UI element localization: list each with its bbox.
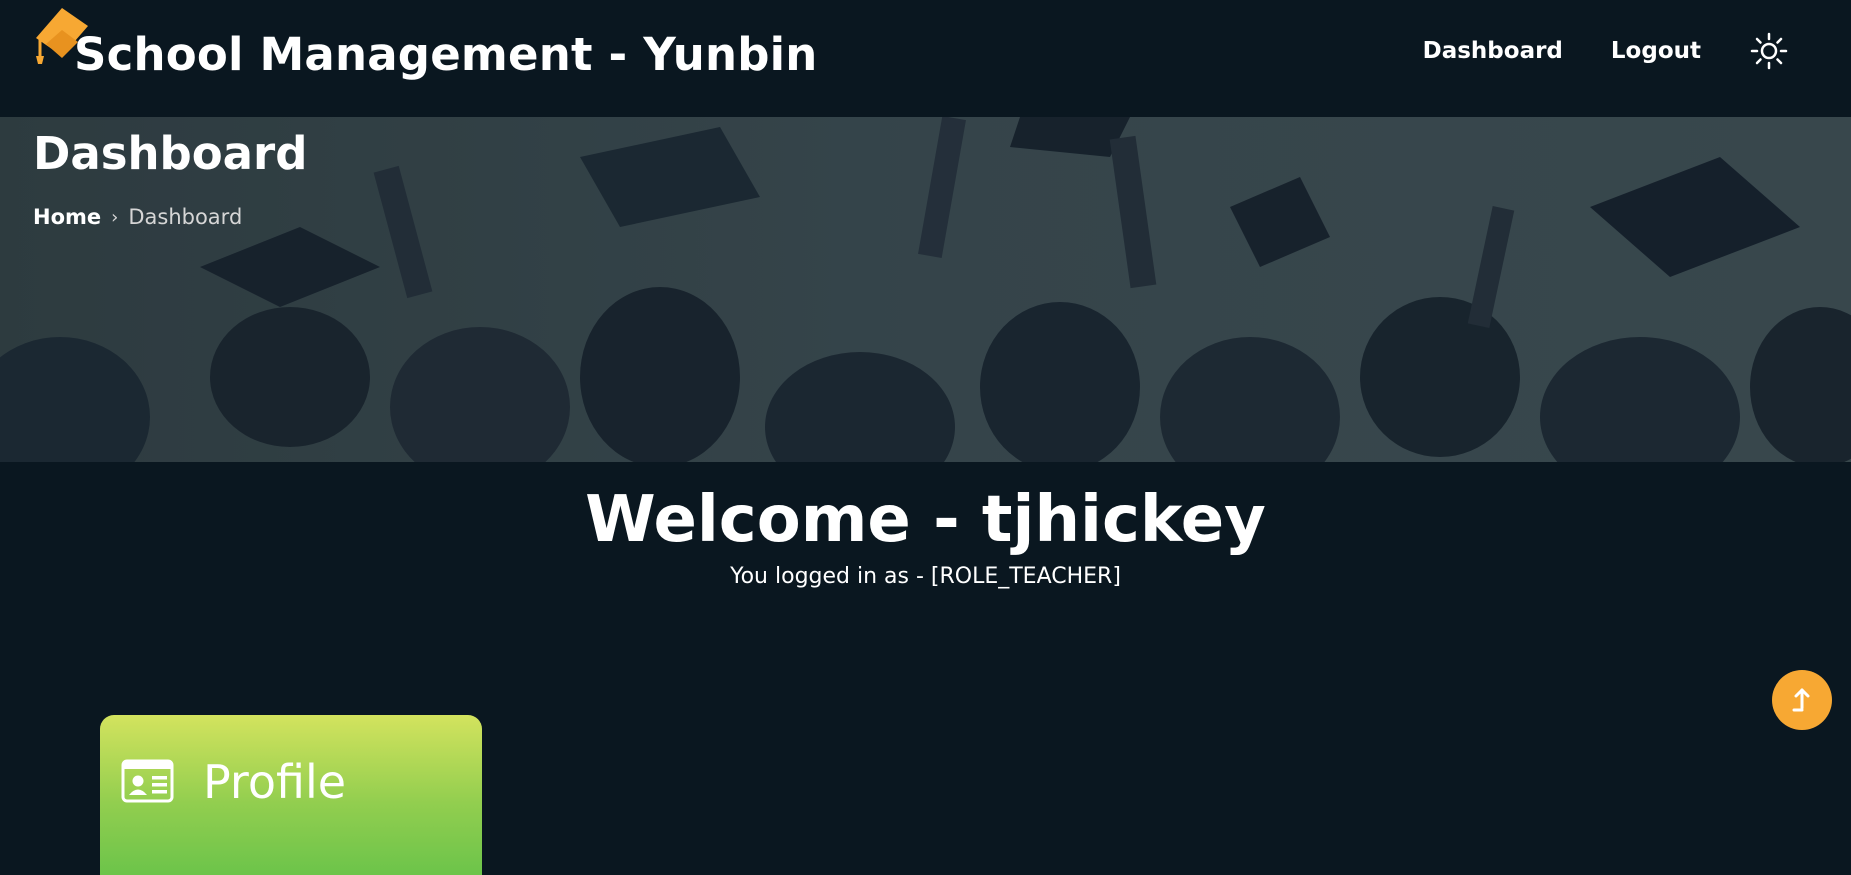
- theme-toggle-button[interactable]: [1749, 31, 1789, 71]
- breadcrumb: Home › Dashboard: [33, 205, 242, 229]
- breadcrumb-home-link[interactable]: Home: [33, 205, 101, 229]
- welcome-section: Welcome - tjhickey You logged in as - [R…: [0, 480, 1851, 589]
- page-title: Dashboard: [33, 127, 308, 180]
- chevron-right-icon: ›: [111, 206, 119, 228]
- graduation-cap-icon: [36, 8, 88, 64]
- profile-card[interactable]: Profile: [100, 715, 482, 875]
- top-navbar: School Management - Yunbin Dashboard Log…: [0, 0, 1851, 117]
- id-card-icon: [121, 759, 174, 803]
- hero-banner: Dashboard Home › Dashboard: [0, 117, 1851, 462]
- scroll-to-top-button[interactable]: [1772, 670, 1832, 730]
- arrow-up-icon: [1792, 688, 1810, 712]
- nav-links: Dashboard Logout: [1423, 0, 1789, 109]
- brand[interactable]: School Management - Yunbin: [32, 0, 818, 117]
- nav-link-dashboard[interactable]: Dashboard: [1423, 38, 1563, 64]
- welcome-subtitle: You logged in as - [ROLE_TEACHER]: [730, 564, 1121, 589]
- nav-link-logout[interactable]: Logout: [1611, 38, 1701, 64]
- breadcrumb-current: Dashboard: [128, 205, 243, 229]
- welcome-title: Welcome - tjhickey: [585, 483, 1266, 557]
- sun-icon: [1750, 32, 1788, 69]
- brand-title: School Management - Yunbin: [74, 28, 818, 81]
- profile-card-label: Profile: [203, 755, 347, 809]
